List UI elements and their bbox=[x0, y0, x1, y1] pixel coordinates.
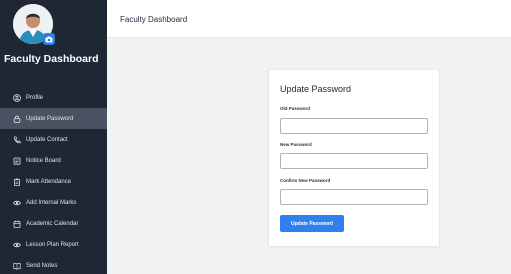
sidebar-item-label: Update Contact bbox=[26, 136, 68, 143]
sidebar-item-label: Lesson Plan Report bbox=[26, 241, 79, 248]
sidebar-item-academic-calendar[interactable]: Academic Calendar bbox=[0, 213, 107, 234]
sidebar-item-label: Send Notes bbox=[26, 262, 58, 269]
profile-avatar[interactable] bbox=[13, 4, 55, 45]
sidebar-title: Faculty Dashboard bbox=[4, 53, 99, 65]
sidebar-item-add-internal-marks[interactable]: Add Internal Marks bbox=[0, 192, 107, 213]
old-password-label: Old Password bbox=[280, 106, 311, 111]
sidebar-item-label: Mark Attendance bbox=[26, 178, 72, 185]
lock-icon bbox=[13, 115, 21, 123]
sidebar-item-lesson-plan-report[interactable]: Lesson Plan Report bbox=[0, 234, 107, 255]
old-password-field[interactable] bbox=[280, 118, 428, 134]
confirm-password-field[interactable] bbox=[280, 189, 428, 205]
sidebar-item-label: Notice Board bbox=[26, 157, 61, 164]
update-password-card: Update Password Old Password New Passwor… bbox=[268, 69, 440, 247]
sidebar-item-label: Update Password bbox=[26, 115, 74, 122]
sidebar-item-profile[interactable]: Profile bbox=[0, 87, 107, 108]
eye-icon bbox=[13, 241, 21, 249]
new-password-label: New Password bbox=[280, 142, 312, 147]
sidebar-nav: Profile Update Password Update Contact N… bbox=[0, 87, 107, 274]
card-title: Update Password bbox=[280, 84, 352, 94]
sidebar-item-label: Profile bbox=[26, 94, 44, 101]
sidebar: Faculty Dashboard Profile Update Passwor… bbox=[0, 0, 107, 274]
notice-board-icon bbox=[13, 157, 21, 165]
confirm-password-label: Confirm New Password bbox=[280, 178, 331, 183]
page-title: Faculty Dashboard bbox=[120, 15, 188, 24]
book-icon bbox=[13, 262, 21, 270]
user-circle-icon bbox=[13, 93, 21, 102]
sidebar-item-label: Academic Calendar bbox=[26, 220, 79, 227]
new-password-field[interactable] bbox=[280, 153, 428, 169]
sidebar-item-update-password[interactable]: Update Password bbox=[0, 108, 107, 129]
sidebar-item-send-notes[interactable]: Send Notes bbox=[0, 255, 107, 274]
sidebar-item-mark-attendance[interactable]: Mark Attendance bbox=[0, 171, 107, 192]
calendar-icon bbox=[13, 220, 21, 228]
camera-icon[interactable] bbox=[43, 33, 55, 45]
sidebar-item-update-contact[interactable]: Update Contact bbox=[0, 129, 107, 150]
eye-icon bbox=[13, 199, 21, 207]
clipboard-icon bbox=[13, 178, 21, 186]
sidebar-item-label: Add Internal Marks bbox=[26, 199, 77, 206]
update-password-button[interactable]: Update Password bbox=[280, 215, 344, 232]
top-header: Faculty Dashboard bbox=[107, 0, 511, 38]
phone-icon bbox=[13, 136, 21, 144]
sidebar-item-notice-board[interactable]: Notice Board bbox=[0, 150, 107, 171]
